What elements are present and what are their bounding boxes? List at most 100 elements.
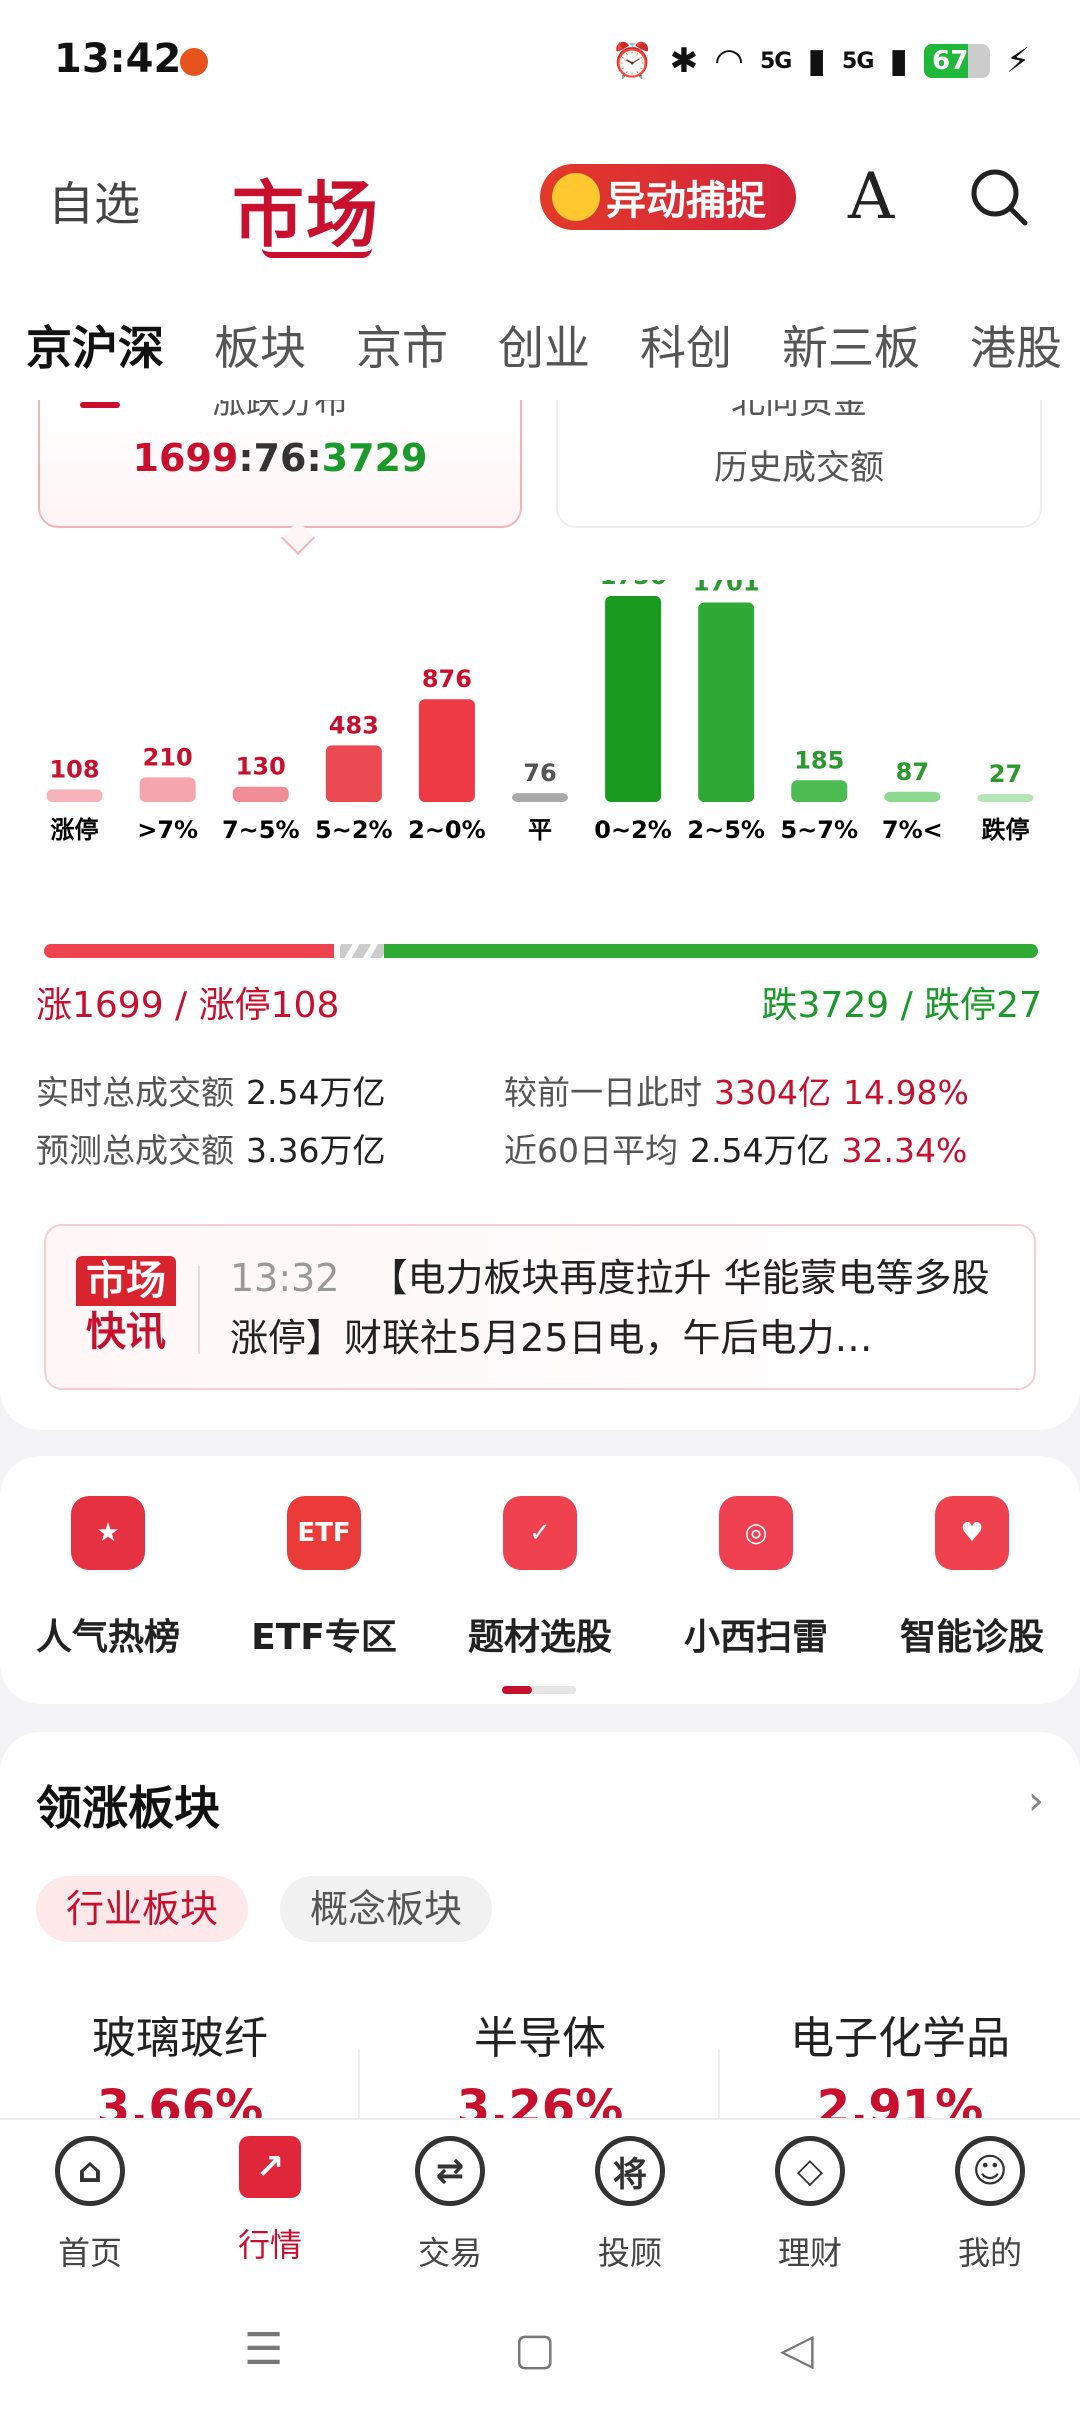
- leading-sectors: 领涨板块 › 行业板块 概念板块 玻璃玻纤 3.66% 半导体 3.26% 电子…: [0, 1732, 1080, 2132]
- flash-news-text: 13:32 【电力板块再度拉升 华能蒙电等多股涨停】财联社5月25日电，午后电力…: [230, 1248, 1020, 1370]
- star-ribbon-icon: ★: [71, 1496, 145, 1570]
- up-count: 1699: [132, 436, 239, 480]
- realtime-volume: 实时总成交额 2.54万亿: [36, 1073, 386, 1112]
- distribution-bar: [232, 786, 289, 802]
- distribution-bar: [512, 793, 568, 802]
- tab-neeq[interactable]: 新三板: [782, 312, 920, 378]
- tab-beijing[interactable]: 京市: [356, 312, 448, 378]
- sector-item[interactable]: 半导体 3.26%: [390, 2002, 690, 2132]
- wealth-icon: ◇: [775, 2136, 845, 2206]
- bar-value-label: 27: [989, 760, 1022, 788]
- bar-category-label: 5~7%: [780, 816, 858, 844]
- tool-etf-zone[interactable]: ETF ETF专区: [216, 1496, 432, 1660]
- bar-category-label: 5~2%: [315, 816, 393, 844]
- market-chart-icon: ↗: [239, 2136, 301, 2198]
- bar-value-label: 76: [523, 759, 556, 787]
- status-bar: 13:42 ⏰ ✱ ◠ 5G ▮ 5G ▮ 67 ⚡: [0, 0, 1080, 120]
- bar-category-label: 2~5%: [687, 816, 765, 844]
- signal-bars-icon: ▮: [807, 41, 827, 81]
- wifi-icon: ◠: [714, 41, 744, 81]
- charging-icon: ⚡: [1006, 41, 1030, 81]
- flash-news-time: 13:32: [230, 1256, 340, 1300]
- nav-home[interactable]: ⌂ 首页: [0, 2136, 180, 2274]
- font-size-icon[interactable]: A: [848, 160, 894, 234]
- page-title: 市场: [232, 173, 381, 257]
- bottom-navigation: ⌂ 首页 ↗ 行情 ⇄ 交易 将 投顾 ◇ 理财 ☺ 我的: [0, 2118, 1080, 2302]
- app-header: 自选 市场 异动捕捉 A: [0, 120, 1080, 290]
- search-icon[interactable]: [968, 166, 1030, 228]
- bluetooth-icon: ✱: [669, 41, 699, 81]
- nav-advisor[interactable]: 将 投顾: [540, 2136, 720, 2274]
- signal-bars-icon: ▮: [889, 41, 909, 81]
- anomaly-capture-button[interactable]: 异动捕捉: [540, 164, 796, 230]
- distribution-bar: [605, 596, 662, 802]
- ratio-up-segment: [44, 944, 334, 958]
- quick-tools: ★ 人气热榜 ETF ETF专区 ✓ 题材选股 ◎ 小西扫雷 ♥ 智能诊股: [0, 1456, 1080, 1704]
- distribution-card[interactable]: 涨跌分布 1699:76:3729: [38, 400, 522, 528]
- distribution-bar: [698, 602, 755, 802]
- nav-profile[interactable]: ☺ 我的: [900, 2136, 1080, 2274]
- distribution-bar: [139, 777, 196, 802]
- notification-icon: [180, 48, 208, 76]
- chevron-right-icon[interactable]: ›: [1028, 1778, 1044, 1824]
- bar-value-label: 1756: [600, 580, 667, 590]
- bar-value-label: 108: [49, 755, 99, 783]
- sector-item[interactable]: 电子化学品 2.91%: [750, 2002, 1050, 2132]
- flash-news-headline: 【电力板块再度拉升 华能蒙电等多股涨停】财联社5月25日电，午后电力…: [230, 1256, 990, 1360]
- advisor-icon: 将: [595, 2136, 665, 2206]
- tab-star[interactable]: 科创: [640, 312, 732, 378]
- down-summary: 跌3729 / 跌停27: [761, 985, 1042, 1026]
- bar-value-label: 87: [896, 758, 929, 786]
- bar-value-label: 185: [794, 746, 844, 774]
- bar-category-label: 跌停: [981, 816, 1029, 844]
- tab-concept-sectors[interactable]: 概念板块: [280, 1876, 493, 1942]
- market-overview: 涨跌分布 1699:76:3729 北向资金 历史成交额 108 涨停 210 >7%…: [0, 400, 1080, 1430]
- sector-item[interactable]: 玻璃玻纤 3.66%: [30, 2002, 330, 2132]
- up-flat-down-ratio: 1699:76:3729: [132, 436, 428, 480]
- tool-risk-scan[interactable]: ◎ 小西扫雷: [648, 1496, 864, 1660]
- tool-smart-diagnosis[interactable]: ♥ 智能诊股: [864, 1496, 1080, 1660]
- flame-icon: ✓: [503, 1496, 577, 1570]
- bar-value-label: 130: [236, 753, 286, 781]
- nav-market[interactable]: ↗ 行情: [180, 2136, 360, 2266]
- system-navigation: ☰ ▢ ◁: [0, 2302, 1080, 2412]
- signal-5g-icon: 5G: [842, 48, 874, 74]
- coin-icon: [552, 173, 600, 221]
- bar-category-label: 7~5%: [222, 816, 300, 844]
- distribution-chart: 108 涨停 210 >7% 130 7~5% 483 5~2% 876 2~0% 76 平 1756 0…: [46, 580, 1034, 844]
- bar-value-label: 876: [422, 665, 472, 693]
- sixty-day-average: 近60日平均 2.54万亿 32.34%: [504, 1131, 968, 1170]
- tool-popular-list[interactable]: ★ 人气热榜: [0, 1496, 216, 1660]
- page-indicator: [502, 1686, 576, 1694]
- back-icon[interactable]: ◁: [780, 2324, 814, 2375]
- nav-trade[interactable]: ⇄ 交易: [360, 2136, 540, 2274]
- distribution-bar: [325, 745, 382, 802]
- tab-sectors[interactable]: 板块: [214, 312, 306, 378]
- tab-hk[interactable]: 港股: [970, 312, 1062, 378]
- flash-news-logo: 市场 快讯: [76, 1256, 176, 1360]
- tab-industry-sectors[interactable]: 行业板块: [36, 1876, 249, 1942]
- bar-category-label: 2~0%: [408, 816, 486, 844]
- tab-jinghushen[interactable]: 京沪深: [26, 312, 164, 378]
- distribution-card-title: 涨跌分布: [212, 400, 348, 422]
- tab-chinext[interactable]: 创业: [498, 312, 590, 378]
- nav-wealth[interactable]: ◇ 理财: [720, 2136, 900, 2274]
- watchlist-link[interactable]: 自选: [48, 168, 140, 234]
- market-flash-news[interactable]: 市场 快讯 13:32 【电力板块再度拉升 华能蒙电等多股涨停】财联社5月25日电…: [44, 1224, 1036, 1390]
- tool-theme-picker[interactable]: ✓ 题材选股: [432, 1496, 648, 1660]
- northbound-card-title: 北向资金: [731, 400, 867, 422]
- bar-category-label: 平: [528, 816, 552, 844]
- distribution-bar: [418, 699, 475, 802]
- menu-icon[interactable]: ☰: [244, 2324, 283, 2375]
- status-icons: ⏰ ✱ ◠ 5G ▮ 5G ▮ 67 ⚡: [611, 38, 1030, 84]
- predicted-volume: 预测总成交额 3.36万亿: [36, 1131, 386, 1170]
- home-button-icon[interactable]: ▢: [514, 2324, 556, 2375]
- alarm-icon: ⏰: [611, 41, 654, 81]
- distribution-bar: [46, 789, 103, 802]
- trade-icon: ⇄: [415, 2136, 485, 2206]
- northbound-card[interactable]: 北向资金 历史成交额: [556, 400, 1042, 528]
- distribution-bar: [977, 794, 1034, 802]
- bar-value-label: 1701: [693, 580, 760, 596]
- bar-value-label: 210: [143, 743, 193, 771]
- bar-value-label: 483: [329, 711, 379, 739]
